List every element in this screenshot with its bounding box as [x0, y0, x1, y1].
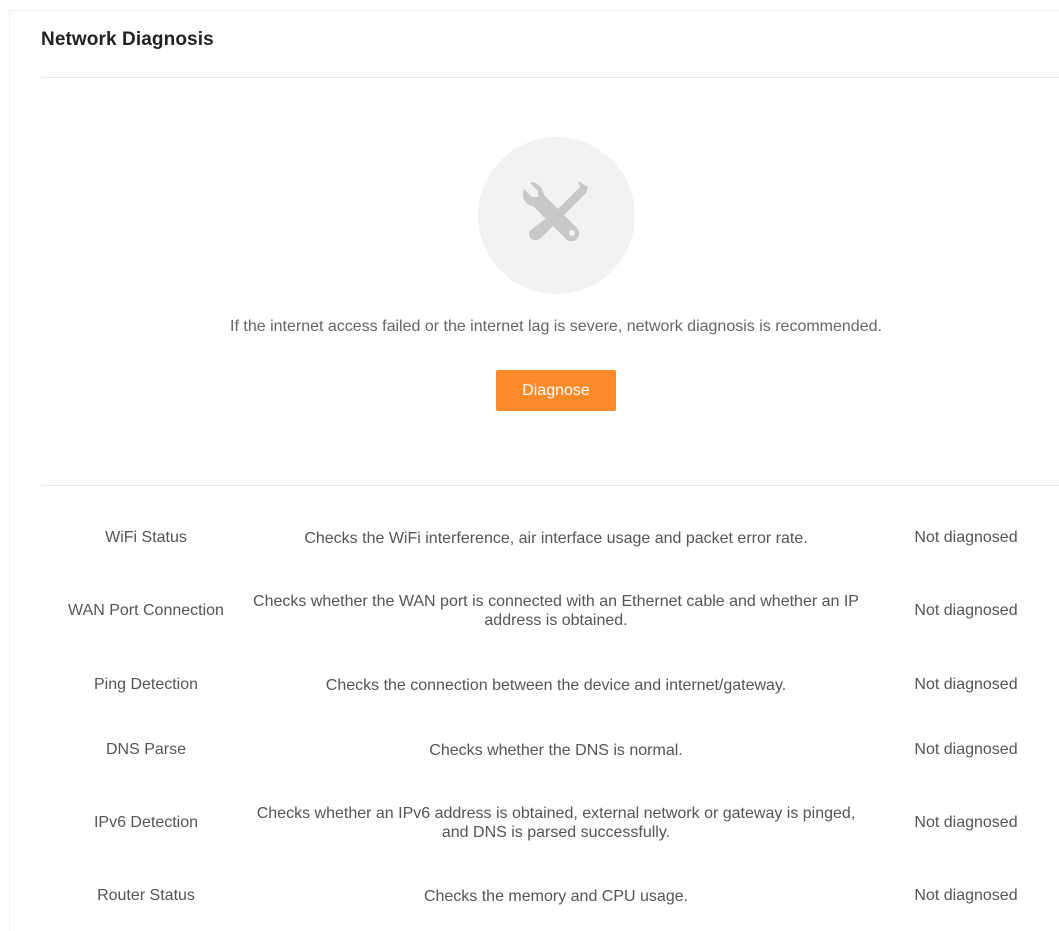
check-description: Checks the connection between the device… — [325, 676, 787, 694]
check-name: WiFi Status — [105, 529, 187, 546]
recommendation-text: If the internet access failed or the int… — [230, 318, 882, 335]
check-status: Not diagnosed — [914, 814, 1018, 831]
check-name: Ping Detection — [93, 676, 199, 693]
check-status: Not diagnosed — [914, 602, 1018, 619]
check-status: Not diagnosed — [914, 741, 1018, 758]
table-row: Ping Detection Checks the connection bet… — [41, 655, 1059, 715]
check-description: Checks whether an IPv6 address is obtain… — [256, 805, 856, 841]
table-row: Router Status Checks the memory and CPU … — [41, 866, 1059, 926]
table-row: WiFi Status Checks the WiFi interference… — [41, 508, 1059, 568]
page-title: Network Diagnosis — [41, 29, 214, 50]
check-description: Checks the WiFi interference, air interf… — [304, 529, 808, 547]
check-status: Not diagnosed — [914, 529, 1018, 546]
table-row: IPv6 Detection Checks whether an IPv6 ad… — [41, 793, 1059, 853]
check-description: Checks whether the WAN port is connected… — [253, 593, 859, 629]
tools-icon — [478, 137, 635, 294]
check-description: Checks the memory and CPU usage. — [423, 887, 689, 905]
diagnose-button[interactable]: Diagnose — [496, 370, 616, 411]
check-name: WAN Port Connection — [68, 602, 224, 619]
header-divider — [41, 77, 1059, 78]
table-row: DNS Parse Checks whether the DNS is norm… — [41, 720, 1059, 780]
check-name: DNS Parse — [105, 741, 187, 758]
table-row: WAN Port Connection Checks whether the W… — [41, 581, 1059, 641]
check-name: Router Status — [97, 887, 195, 904]
check-name: IPv6 Detection — [93, 814, 199, 831]
check-status: Not diagnosed — [914, 676, 1018, 693]
check-status: Not diagnosed — [914, 887, 1018, 904]
section-divider — [41, 485, 1059, 486]
network-diagnosis-panel: Network Diagnosis If the internet access… — [9, 10, 1059, 931]
check-description: Checks whether the DNS is normal. — [429, 741, 683, 759]
